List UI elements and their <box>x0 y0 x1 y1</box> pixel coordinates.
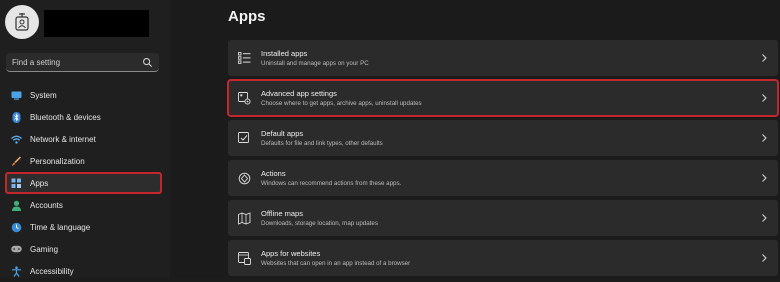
default-apps-icon <box>237 131 249 143</box>
chevron-right-icon <box>762 214 767 222</box>
card-title: Apps for websites <box>261 248 321 258</box>
brush-icon <box>12 155 22 166</box>
chevron-right-icon <box>762 134 767 142</box>
card-offline-maps[interactable]: Offline maps Downloads, storage location… <box>228 200 778 236</box>
card-subtitle: Downloads, storage location, map updates <box>261 219 378 227</box>
card-subtitle: Windows can recommend actions from these… <box>261 179 402 187</box>
card-subtitle: Defaults for file and link types, other … <box>261 139 383 147</box>
sidebar-item-label: Bluetooth & devices <box>30 112 101 122</box>
sidebar-nav: System Bluetooth & devices Network & int… <box>5 84 162 282</box>
card-subtitle: Websites that can open in an app instead… <box>261 259 411 267</box>
sidebar-item-label: Network & internet <box>30 134 96 144</box>
monitor-icon <box>11 91 22 100</box>
card-title: Offline maps <box>261 208 303 218</box>
chevron-right-icon <box>762 94 767 102</box>
actions-icon <box>238 172 250 184</box>
apps-icon <box>11 178 21 188</box>
chevron-right-icon <box>762 254 767 262</box>
search-icon[interactable] <box>142 57 153 68</box>
sidebar-item-bluetooth[interactable]: Bluetooth & devices <box>5 106 162 128</box>
main-content: Apps Installed apps Uninstall and manage… <box>170 0 780 278</box>
card-subtitle: Uninstall and manage apps on your PC <box>261 59 369 67</box>
web-apps-icon <box>237 251 251 265</box>
page-title: Apps <box>228 8 266 25</box>
wifi-icon <box>11 135 22 144</box>
sidebar-item-label: Time & language <box>30 222 91 232</box>
sidebar-item-label: Gaming <box>30 244 59 254</box>
sidebar-item-system[interactable]: System <box>5 84 162 106</box>
sidebar-item-label: Apps <box>30 178 49 188</box>
sidebar-item-network[interactable]: Network & internet <box>5 128 162 150</box>
card-title: Installed apps <box>261 48 308 58</box>
chevron-right-icon <box>762 174 767 182</box>
card-title: Actions <box>261 168 286 178</box>
card-apps-for-websites[interactable]: Apps for websites Websites that can open… <box>228 240 778 276</box>
settings-card-list: Installed apps Uninstall and manage apps… <box>227 40 779 280</box>
list-icon <box>237 52 250 64</box>
user-name-redacted <box>44 10 149 37</box>
avatar[interactable] <box>5 5 39 39</box>
sidebar-item-accessibility[interactable]: Accessibility <box>5 260 162 282</box>
search-box[interactable] <box>6 53 159 72</box>
user-badge-icon <box>15 13 29 31</box>
sidebar-item-label: Accessibility <box>30 266 74 276</box>
card-advanced-app-settings[interactable]: Advanced app settings Choose where to ge… <box>227 79 779 117</box>
sidebar-item-time-language[interactable]: Time & language <box>5 216 162 238</box>
card-actions[interactable]: Actions Windows can recommend actions fr… <box>228 160 778 196</box>
card-title: Default apps <box>261 128 304 138</box>
sidebar-item-accounts[interactable]: Accounts <box>5 194 162 216</box>
sidebar-item-personalization[interactable]: Personalization <box>5 150 162 172</box>
app-settings-icon <box>237 91 251 105</box>
sidebar-item-label: Personalization <box>30 156 85 166</box>
sidebar-item-apps[interactable]: Apps <box>5 172 162 194</box>
card-subtitle: Choose where to get apps, archive apps, … <box>261 99 422 107</box>
person-icon <box>12 200 21 211</box>
sidebar-item-label: System <box>30 90 57 100</box>
bluetooth-icon <box>12 111 21 123</box>
search-input[interactable] <box>12 57 142 67</box>
sidebar: System Bluetooth & devices Network & int… <box>0 0 170 278</box>
gamepad-icon <box>11 245 22 253</box>
accessibility-icon <box>12 265 21 277</box>
chevron-right-icon <box>762 54 767 62</box>
globe-clock-icon <box>11 222 22 232</box>
card-default-apps[interactable]: Default apps Defaults for file and link … <box>228 120 778 156</box>
sidebar-item-gaming[interactable]: Gaming <box>5 238 162 260</box>
card-title: Advanced app settings <box>261 88 337 98</box>
card-installed-apps[interactable]: Installed apps Uninstall and manage apps… <box>228 40 778 76</box>
sidebar-item-label: Accounts <box>30 200 63 210</box>
map-icon <box>237 211 250 225</box>
